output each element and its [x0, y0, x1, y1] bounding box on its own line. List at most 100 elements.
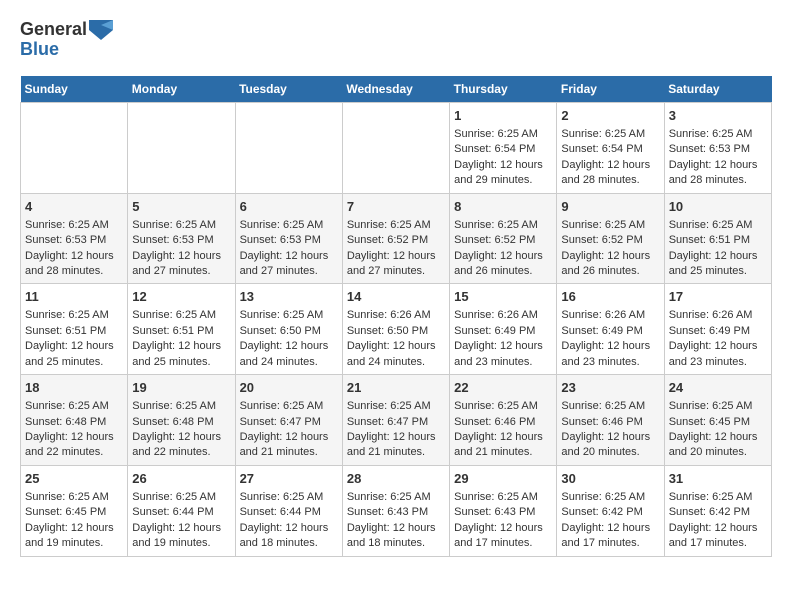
calendar-cell: 18Sunrise: 6:25 AMSunset: 6:48 PMDayligh…	[21, 375, 128, 466]
header-day-sunday: Sunday	[21, 76, 128, 103]
day-info: Daylight: 12 hours and 18 minutes.	[240, 521, 338, 552]
day-info: Sunrise: 6:25 AM	[669, 127, 767, 142]
calendar-cell: 10Sunrise: 6:25 AMSunset: 6:51 PMDayligh…	[664, 193, 771, 284]
day-info: Sunrise: 6:26 AM	[669, 308, 767, 323]
day-info: Daylight: 12 hours and 26 minutes.	[454, 249, 552, 280]
day-info: Sunrise: 6:25 AM	[561, 399, 659, 414]
calendar-cell: 20Sunrise: 6:25 AMSunset: 6:47 PMDayligh…	[235, 375, 342, 466]
day-info: Sunrise: 6:25 AM	[240, 218, 338, 233]
header-day-saturday: Saturday	[664, 76, 771, 103]
day-info: Sunset: 6:42 PM	[669, 505, 767, 520]
calendar-cell: 6Sunrise: 6:25 AMSunset: 6:53 PMDaylight…	[235, 193, 342, 284]
day-info: Sunset: 6:53 PM	[132, 233, 230, 248]
day-info: Daylight: 12 hours and 25 minutes.	[25, 339, 123, 370]
day-info: Daylight: 12 hours and 23 minutes.	[454, 339, 552, 370]
day-info: Sunrise: 6:25 AM	[25, 399, 123, 414]
day-info: Daylight: 12 hours and 19 minutes.	[25, 521, 123, 552]
day-info: Daylight: 12 hours and 28 minutes.	[561, 158, 659, 189]
calendar-cell: 29 Sunrise: 6:25 AMSunset: 6:43 PMDayligh…	[450, 465, 557, 556]
day-info: Sunrise: 6:25 AM	[347, 399, 445, 414]
calendar-cell: 31Sunrise: 6:25 AMSunset: 6:42 PMDayligh…	[664, 465, 771, 556]
day-number: 29	[454, 470, 552, 488]
day-info: Sunrise: 6:25 AM	[132, 399, 230, 414]
calendar-cell	[21, 102, 128, 193]
header-day-tuesday: Tuesday	[235, 76, 342, 103]
day-info: Daylight: 12 hours and 20 minutes.	[669, 430, 767, 461]
logo: General Blue	[20, 20, 113, 60]
calendar-cell	[342, 102, 449, 193]
calendar-cell: 19Sunrise: 6:25 AMSunset: 6:48 PMDayligh…	[128, 375, 235, 466]
day-info: Sunset: 6:52 PM	[561, 233, 659, 248]
calendar-cell: 24Sunrise: 6:25 AMSunset: 6:45 PMDayligh…	[664, 375, 771, 466]
calendar-cell: 26Sunrise: 6:25 AMSunset: 6:44 PMDayligh…	[128, 465, 235, 556]
calendar-week-5: 25Sunrise: 6:25 AMSunset: 6:45 PMDayligh…	[21, 465, 772, 556]
day-number: 4	[25, 198, 123, 216]
calendar-cell: 7Sunrise: 6:25 AMSunset: 6:52 PMDaylight…	[342, 193, 449, 284]
day-info: Sunrise: 6:26 AM	[561, 308, 659, 323]
day-number: 25	[25, 470, 123, 488]
calendar-cell: 3Sunrise: 6:25 AMSunset: 6:53 PMDaylight…	[664, 102, 771, 193]
calendar-cell: 5Sunrise: 6:25 AMSunset: 6:53 PMDaylight…	[128, 193, 235, 284]
calendar-table: SundayMondayTuesdayWednesdayThursdayFrid…	[20, 76, 772, 557]
day-number: 17	[669, 288, 767, 306]
day-info: Daylight: 12 hours and 25 minutes.	[132, 339, 230, 370]
day-info: Sunset: 6:51 PM	[669, 233, 767, 248]
day-info: Sunset: 6:45 PM	[25, 505, 123, 520]
day-number: 15	[454, 288, 552, 306]
day-number: 1	[454, 107, 552, 125]
calendar-cell: 21Sunrise: 6:25 AMSunset: 6:47 PMDayligh…	[342, 375, 449, 466]
day-number: 5	[132, 198, 230, 216]
day-info: Sunrise: 6:25 AM	[25, 308, 123, 323]
day-number: 19	[132, 379, 230, 397]
day-info: Daylight: 12 hours and 21 minutes.	[454, 430, 552, 461]
day-number: 24	[669, 379, 767, 397]
day-info: Daylight: 12 hours and 24 minutes.	[240, 339, 338, 370]
day-info: Daylight: 12 hours and 17 minutes.	[561, 521, 659, 552]
calendar-body: 1Sunrise: 6:25 AMSunset: 6:54 PMDaylight…	[21, 102, 772, 556]
day-info: Sunset: 6:49 PM	[669, 324, 767, 339]
day-info: Sunrise: 6:25 AM	[240, 308, 338, 323]
day-number: 26	[132, 470, 230, 488]
day-info: Daylight: 12 hours and 27 minutes.	[132, 249, 230, 280]
day-info: Daylight: 12 hours and 17 minutes.	[454, 521, 552, 552]
day-number: 18	[25, 379, 123, 397]
day-number: 7	[347, 198, 445, 216]
logo-text-general: General	[20, 20, 87, 40]
day-info: Sunset: 6:50 PM	[347, 324, 445, 339]
day-info: Daylight: 12 hours and 28 minutes.	[25, 249, 123, 280]
calendar-cell: 17Sunrise: 6:26 AMSunset: 6:49 PMDayligh…	[664, 284, 771, 375]
day-info: Sunrise: 6:25 AM	[25, 490, 123, 505]
day-info: Sunrise: 6:26 AM	[454, 308, 552, 323]
day-info: Sunset: 6:53 PM	[669, 142, 767, 157]
day-info: Sunset: 6:43 PM	[454, 505, 552, 520]
day-info: Sunset: 6:49 PM	[454, 324, 552, 339]
day-number: 11	[25, 288, 123, 306]
day-info: Sunrise: 6:25 AM	[132, 308, 230, 323]
day-info: Sunset: 6:54 PM	[561, 142, 659, 157]
day-info: Daylight: 12 hours and 22 minutes.	[25, 430, 123, 461]
calendar-cell: 4Sunrise: 6:25 AMSunset: 6:53 PMDaylight…	[21, 193, 128, 284]
day-info: Daylight: 12 hours and 21 minutes.	[347, 430, 445, 461]
day-number: 8	[454, 198, 552, 216]
day-info: Sunset: 6:48 PM	[132, 415, 230, 430]
day-number: 20	[240, 379, 338, 397]
calendar-cell	[235, 102, 342, 193]
day-info: Sunset: 6:45 PM	[669, 415, 767, 430]
day-info: Sunrise: 6:26 AM	[347, 308, 445, 323]
day-number: 16	[561, 288, 659, 306]
day-info: Sunrise: 6:25 AM	[561, 218, 659, 233]
day-info: Sunrise: 6:25 AM	[561, 127, 659, 142]
day-info: Sunset: 6:52 PM	[347, 233, 445, 248]
calendar-cell: 8Sunrise: 6:25 AMSunset: 6:52 PMDaylight…	[450, 193, 557, 284]
day-info: Sunset: 6:47 PM	[240, 415, 338, 430]
day-number: 2	[561, 107, 659, 125]
page-header: General Blue	[20, 20, 772, 60]
day-info: Sunset: 6:51 PM	[132, 324, 230, 339]
day-info: Sunrise: 6:25 AM	[454, 218, 552, 233]
day-info: Sunrise: 6:25 AM	[240, 399, 338, 414]
day-info: Sunrise: 6:25 AM	[454, 490, 552, 505]
day-info: Sunset: 6:43 PM	[347, 505, 445, 520]
day-number: 28	[347, 470, 445, 488]
day-info: Sunset: 6:42 PM	[561, 505, 659, 520]
day-info: Daylight: 12 hours and 20 minutes.	[561, 430, 659, 461]
